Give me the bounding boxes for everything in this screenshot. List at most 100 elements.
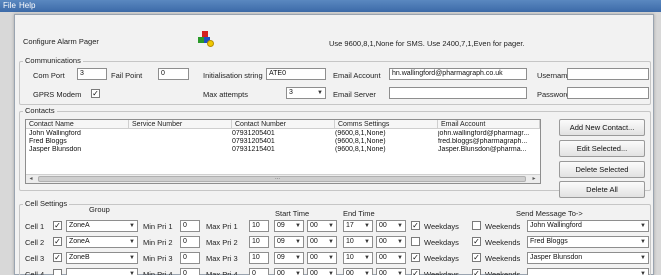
max-attempts-label: Max attempts	[203, 90, 249, 99]
cell-4-max-pri-field[interactable]: 0	[249, 268, 269, 275]
cell-1-enabled-checkbox[interactable]: ✓	[53, 221, 62, 230]
cell-4-enabled-checkbox[interactable]	[53, 269, 62, 275]
cell-4-min-pri-field[interactable]: 0	[180, 268, 200, 275]
chevron-down-icon: ▼	[129, 239, 135, 245]
cell-4-end-hour-select[interactable]: 00 ▼	[343, 268, 373, 275]
cell-3-max-pri-field[interactable]: 10	[249, 252, 269, 264]
init-string-field[interactable]: ATE0	[266, 68, 326, 80]
scroll-grip: ...	[275, 175, 281, 181]
menu-bar: File Help	[0, 0, 661, 12]
cell-2-end-min-select[interactable]: 00 ▼	[376, 236, 406, 248]
edit-selected-button[interactable]: Edit Selected...	[559, 140, 645, 157]
scroll-thumb[interactable]: ...	[38, 175, 526, 182]
cell-1-send-to-select[interactable]: John Wallingford ▼	[527, 220, 649, 232]
password-label: Password	[537, 90, 570, 99]
cell-1-group-select[interactable]: ZoneA ▼	[66, 220, 138, 232]
cell-1-end-min-select[interactable]: 00 ▼	[376, 220, 406, 232]
cell-2-enabled-checkbox[interactable]: ✓	[53, 237, 62, 246]
chevron-down-icon: ▼	[295, 239, 301, 245]
cell-1-send-to-select-value: John Wallingford	[530, 222, 582, 229]
email-server-label: Email Server	[333, 90, 376, 99]
cell-3-end-min-select[interactable]: 00 ▼	[376, 252, 406, 264]
col-contact-name[interactable]: Contact Name	[26, 120, 129, 129]
username-field[interactable]	[567, 68, 649, 80]
menu-help[interactable]: Help	[19, 1, 35, 10]
cell-1-start-min-select[interactable]: 00 ▼	[307, 220, 337, 232]
col-email-account[interactable]: Email Account	[438, 120, 540, 129]
cell-2-start-hour-select[interactable]: 09 ▼	[274, 236, 304, 248]
chevron-down-icon: ▼	[295, 271, 301, 275]
cell-4-weekends-checkbox[interactable]: ✓	[472, 269, 481, 275]
cell-3-weekends-checkbox[interactable]: ✓	[472, 253, 481, 262]
cell-4-start-hour-select[interactable]: 00 ▼	[274, 268, 304, 275]
cell-3-group-select-value: ZoneB	[69, 254, 90, 261]
com-port-field[interactable]: 3	[77, 68, 107, 80]
max-attempts-value: 3	[289, 89, 293, 96]
col-service-number[interactable]: Service Number	[129, 120, 232, 129]
cell-3-start-hour-select[interactable]: 09 ▼	[274, 252, 304, 264]
chevron-down-icon: ▼	[397, 255, 403, 261]
cell-4-end-min-select[interactable]: 00 ▼	[376, 268, 406, 275]
cell-2-group-select[interactable]: ZoneA ▼	[66, 236, 138, 248]
table-row[interactable]: John Wallingford 07931205401 (9600,8,1,N…	[26, 130, 540, 138]
cell-comms: (9600,8,1,None)	[335, 146, 386, 153]
cell-1-weekdays-checkbox[interactable]: ✓	[411, 221, 420, 230]
col-contact-number[interactable]: Contact Number	[232, 120, 335, 129]
horizontal-scrollbar[interactable]: ◂ ... ▸	[26, 174, 540, 183]
cell-3-weekdays-checkbox[interactable]: ✓	[411, 253, 420, 262]
cell-2-max-pri-field[interactable]: 10	[249, 236, 269, 248]
cell-4-min-pri-label: Min Pri 4	[143, 270, 173, 275]
cell-4-weekdays-label: Weekdays	[424, 270, 459, 275]
cell-2-weekdays-checkbox[interactable]	[411, 237, 420, 246]
cell-3-start-min-select[interactable]: 00 ▼	[307, 252, 337, 264]
chevron-down-icon: ▼	[397, 271, 403, 275]
scroll-right-icon[interactable]: ▸	[530, 175, 538, 183]
email-server-field[interactable]	[389, 87, 527, 99]
email-account-field[interactable]: hn.wallingford@pharmagraph.co.uk	[389, 68, 527, 80]
cell-2-send-to-select[interactable]: Fred Bloggs ▼	[527, 236, 649, 248]
cell-2-end-hour-select[interactable]: 10 ▼	[343, 236, 373, 248]
col-comms-settings[interactable]: Comms Settings	[335, 120, 438, 129]
cell-4-max-pri-label: Max Pri 4	[206, 270, 238, 275]
max-attempts-select[interactable]: 3 ▼	[286, 87, 326, 99]
com-port-label: Com Port	[33, 71, 65, 80]
chevron-down-icon: ▼	[328, 223, 334, 229]
gprs-modem-checkbox[interactable]: ✓	[91, 89, 100, 98]
cell-1-end-min-select-value: 00	[379, 222, 387, 229]
cell-3-end-hour-select[interactable]: 10 ▼	[343, 252, 373, 264]
cell-3-weekdays-label: Weekdays	[424, 254, 459, 263]
cell-1-weekends-checkbox[interactable]	[472, 221, 481, 230]
password-field[interactable]	[567, 87, 649, 99]
add-new-contact-button[interactable]: Add New Contact...	[559, 119, 645, 136]
cell-2-weekends-checkbox[interactable]: ✓	[472, 237, 481, 246]
cell-4-send-to-select[interactable]: ▼	[527, 268, 649, 275]
cell-1-end-hour-select-value: 17	[346, 222, 354, 229]
cell-2-min-pri-field[interactable]: 0	[180, 236, 200, 248]
fail-point-label: Fail Point	[111, 71, 143, 80]
communications-title: Communications	[23, 56, 83, 65]
cell-4-group-select[interactable]: ▼	[66, 268, 138, 275]
cell-4-start-min-select[interactable]: 00 ▼	[307, 268, 337, 275]
fail-point-field[interactable]: 0	[158, 68, 189, 80]
cell-3-min-pri-field[interactable]: 0	[180, 252, 200, 264]
cell-3-enabled-checkbox[interactable]: ✓	[53, 253, 62, 262]
table-row[interactable]: Fred Bloggs 07931205401 (9600,8,1,None) …	[26, 138, 540, 146]
contacts-list[interactable]: Contact Name Service Number Contact Numb…	[25, 119, 541, 184]
cell-email: john.wallingford@pharmagr...	[438, 130, 530, 137]
cell-1-min-pri-field[interactable]: 0	[180, 220, 200, 232]
cell-1-start-hour-select[interactable]: 09 ▼	[274, 220, 304, 232]
delete-all-button[interactable]: Delete All	[559, 181, 645, 198]
chevron-down-icon: ▼	[129, 223, 135, 229]
cell-3-group-select[interactable]: ZoneB ▼	[66, 252, 138, 264]
delete-selected-button[interactable]: Delete Selected	[559, 161, 645, 178]
scroll-left-icon[interactable]: ◂	[27, 175, 35, 183]
cell-3-send-to-select[interactable]: Jasper Blunsdon ▼	[527, 252, 649, 264]
chevron-down-icon: ▼	[328, 239, 334, 245]
table-row[interactable]: Jasper Blunsdon 07931215401 (9600,8,1,No…	[26, 146, 540, 154]
cell-4-weekdays-checkbox[interactable]: ✓	[411, 269, 420, 275]
cell-2-start-min-select[interactable]: 00 ▼	[307, 236, 337, 248]
cell-1-end-hour-select[interactable]: 17 ▼	[343, 220, 373, 232]
cell-2-start-min-select-value: 00	[310, 238, 318, 245]
menu-file[interactable]: File	[3, 1, 16, 10]
cell-1-max-pri-field[interactable]: 10	[249, 220, 269, 232]
